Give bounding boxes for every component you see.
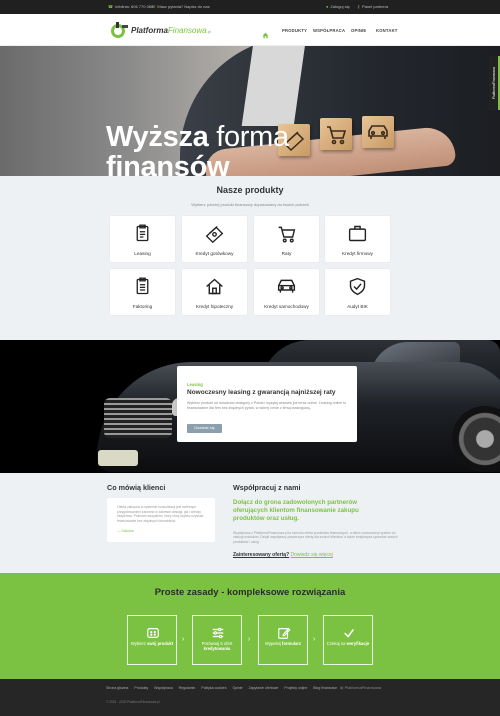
- testimonial-card: Oferta zakupów w systemie konsolidacji j…: [107, 498, 215, 542]
- footer-link[interactable]: Produkty: [134, 686, 148, 690]
- invoice-icon: [132, 276, 153, 297]
- product-card-mortgage[interactable]: Kredyt hipoteczny: [182, 269, 247, 315]
- leasing-promo-card: Leasing Nowoczesny leasing z gwarancją n…: [177, 366, 357, 442]
- cash-icon: [204, 223, 225, 244]
- login-link[interactable]: ● Zaloguj się: [326, 4, 350, 9]
- phone-icon: ☎: [108, 4, 113, 9]
- footer-copyright: © 2015 - 2020 PlatformaFinansowa.pl: [106, 700, 160, 704]
- testimonial-author: — Oskowa: [117, 529, 134, 533]
- nav-products[interactable]: PRODUKTY: [282, 28, 307, 33]
- car-plate: [98, 450, 138, 466]
- site-logo[interactable]: PlatformaFinansowa.pl: [108, 20, 211, 40]
- chevron-right-icon: ›: [181, 636, 185, 643]
- main-navigation: PlatformaFinansowa.pl PRODUKTY WSPÓŁPRAC…: [0, 14, 500, 46]
- shield-icon: [347, 276, 368, 297]
- rules-title: Proste zasady - kompleksowe rozwiązania: [154, 587, 346, 598]
- hero-banner: Wyższa forma finansów: [0, 46, 500, 176]
- product-card-leasing[interactable]: Leasing: [110, 216, 175, 262]
- promo-more-button[interactable]: Dowiedz się: [187, 424, 222, 433]
- footer-link[interactable]: Regulamin: [179, 686, 196, 690]
- home-icon[interactable]: [262, 26, 269, 39]
- footer-logo-icon: ◉: [340, 685, 344, 690]
- step-fill-form[interactable]: Wypełnij formularz: [258, 615, 308, 665]
- footer-link[interactable]: Projekty unijne: [284, 686, 307, 690]
- footer-logo[interactable]: ◉ PlatformaFinansowa: [340, 685, 381, 690]
- footer-link[interactable]: Blog finansowe: [313, 686, 337, 690]
- partner-link[interactable]: ⚷ Panel partnera: [357, 4, 388, 9]
- product-card-cash-loan[interactable]: Kredyt gotówkowy: [182, 216, 247, 262]
- chevron-right-icon: ›: [247, 636, 251, 643]
- car-icon: [276, 276, 297, 297]
- step-compare-offers[interactable]: Porównaj 5 ofert kredytowania: [192, 615, 242, 665]
- email-info[interactable]: ✉ Masz pytania? Napisz do nas: [152, 4, 210, 9]
- footer-link[interactable]: Zapytanie ofertowe: [249, 686, 279, 690]
- products-section: [0, 176, 500, 340]
- footer-link[interactable]: Współpraca: [154, 686, 172, 690]
- products-title: Nasze produkty: [216, 185, 284, 195]
- phone-info[interactable]: ☎ Infolinia: 606 770 086: [108, 4, 153, 9]
- product-card-business-loan[interactable]: Kredyt firmowy: [325, 216, 390, 262]
- nav-opinions[interactable]: OPINIE: [351, 28, 366, 33]
- footer-link[interactable]: Strona główna: [106, 686, 128, 690]
- car-grille: [104, 398, 172, 438]
- product-card-factoring[interactable]: Faktoring: [110, 269, 175, 315]
- cooperation-text: Współpraca z PlatformaFinansowa.pl to sz…: [233, 531, 398, 544]
- site-footer: Strona główna Produkty Współpraca Regula…: [0, 679, 500, 716]
- briefcase-icon: [347, 223, 368, 244]
- products-subtitle: Wybierz poniżej produkt finansowy dopaso…: [191, 202, 309, 207]
- footer-link[interactable]: Polityka cookies: [201, 686, 226, 690]
- promo-tag: Leasing: [187, 382, 203, 387]
- cooperation-lead: Dołącz do grona zadowolonych partnerów o…: [233, 499, 359, 522]
- nav-contact[interactable]: KONTAKT: [376, 28, 398, 33]
- cooperation-cta[interactable]: Zainteresowany ofertą? Dowiedz się więce…: [233, 552, 333, 558]
- testimonial-quote: Oferta zakupów w systemie konsolidacji j…: [117, 505, 204, 523]
- user-icon: ●: [326, 4, 329, 9]
- mail-icon: ✉: [152, 4, 156, 9]
- check-icon: [342, 626, 356, 640]
- testimonials-title: Co mówią klienci: [107, 483, 166, 492]
- hero-headline: Wyższa forma finansów: [106, 121, 289, 176]
- product-card-bik-audit[interactable]: Audyt BIK: [325, 269, 390, 315]
- product-card-installments[interactable]: Raty: [254, 216, 319, 262]
- product-card-car-loan[interactable]: Kredyt samochodowy: [254, 269, 319, 315]
- step-choose-product[interactable]: Wybierz swój produkt: [127, 615, 177, 665]
- cart-block-icon: [320, 118, 352, 150]
- clipboard-icon: [132, 223, 153, 244]
- edit-icon: [277, 626, 291, 640]
- step-verification[interactable]: Czekaj na weryfikacje: [323, 615, 373, 665]
- car-block-icon: [362, 116, 394, 148]
- footer-links: Strona główna Produkty Współpraca Regula…: [106, 686, 342, 690]
- side-brand-badge[interactable]: PlatformaFinansowa: [489, 56, 500, 110]
- promo-title: Nowoczesny leasing z gwarancją najniższe…: [187, 389, 336, 396]
- key-icon: ⚷: [357, 4, 360, 9]
- cart-icon: [276, 223, 297, 244]
- cooperation-more-link[interactable]: Dowiedz się więcej: [291, 552, 333, 558]
- promo-description: Wybierz produkt od doradców dostępny z P…: [187, 401, 347, 410]
- top-bar: ☎ Infolinia: 606 770 086 ✉ Masz pytania? N…: [0, 0, 500, 14]
- cooperation-title: Współpracuj z nami: [233, 483, 301, 492]
- logo-icon: [108, 20, 130, 40]
- footer-link[interactable]: Opinie: [232, 686, 242, 690]
- house-icon: [204, 276, 225, 297]
- grid-icon: [146, 626, 160, 640]
- nav-cooperation[interactable]: WSPÓŁPRACA: [313, 28, 345, 33]
- sliders-icon: [211, 626, 225, 640]
- chevron-right-icon: ›: [312, 636, 316, 643]
